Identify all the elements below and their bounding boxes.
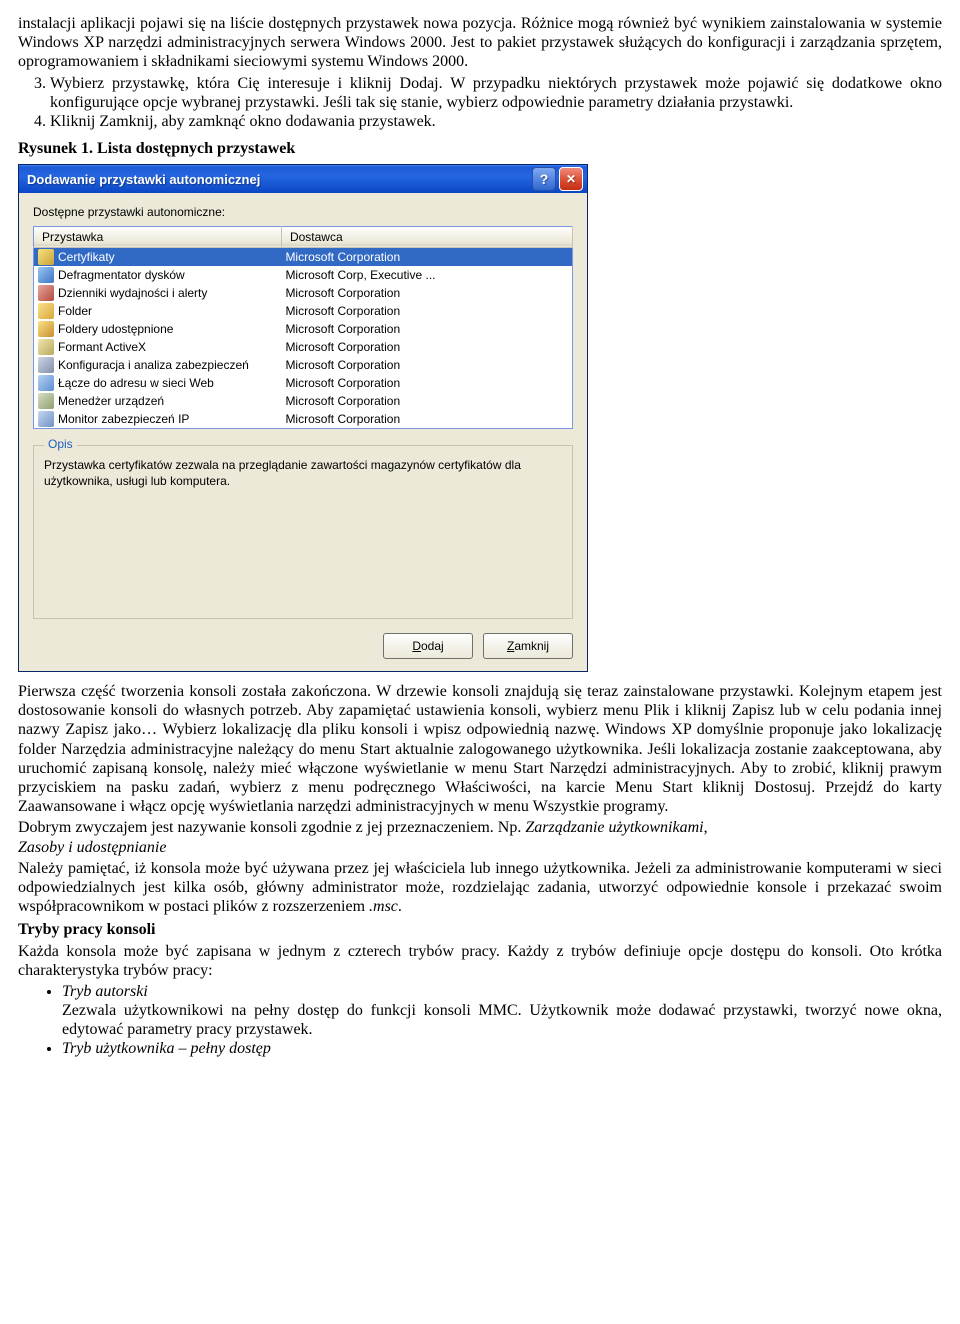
snapin-vendor: Microsoft Corporation <box>281 392 572 410</box>
text: Należy pamiętać, iż konsola może być uży… <box>18 860 942 915</box>
snapin-name: Formant ActiveX <box>58 340 146 354</box>
snapin-vendor: Microsoft Corporation <box>281 338 572 356</box>
snapin-vendor: Microsoft Corp, Executive ... <box>281 266 572 284</box>
text: , <box>704 819 708 836</box>
listview-row[interactable]: Łącze do adresu w sieci Web Microsoft Cor… <box>34 374 573 392</box>
dialog-screenshot: Dodawanie przystawki autonomicznej ? ✕ D… <box>18 164 942 672</box>
description-text: Przystawka certyfikatów zezwala na przeg… <box>44 458 562 489</box>
italic-text: Zarządzanie użytkownikami <box>525 819 703 836</box>
snapin-icon <box>38 411 54 427</box>
snapin-vendor: Microsoft Corporation <box>281 320 572 338</box>
dialog-buttons: Dodaj Zamknij <box>33 633 573 659</box>
close-dialog-button[interactable]: Zamknij <box>483 633 573 659</box>
btn-text: odaj <box>421 639 444 653</box>
dialog-window: Dodawanie przystawki autonomicznej ? ✕ D… <box>18 164 588 672</box>
snapin-vendor: Microsoft Corporation <box>281 284 572 302</box>
figure-caption: Rysunek 1. Lista dostępnych przystawek <box>18 139 942 158</box>
snapin-name: Monitor zabezpieczeń IP <box>58 412 189 426</box>
snapin-name: Menedżer urządzeń <box>58 394 164 408</box>
listview-row[interactable]: Formant ActiveX Microsoft Corporation <box>34 338 573 356</box>
snapin-vendor: Microsoft Corporation <box>281 302 572 320</box>
description-groupbox: Opis Przystawka certyfikatów zezwala na … <box>33 445 573 619</box>
snapin-name: Defragmentator dysków <box>58 268 185 282</box>
text: Dobrym zwyczajem jest nazywanie konsoli … <box>18 819 525 836</box>
close-button[interactable]: ✕ <box>559 167 583 191</box>
snapin-icon <box>38 393 54 409</box>
step-4: Kliknij Zamknij, aby zamknąć okno dodawa… <box>50 112 942 131</box>
listview-row[interactable]: Certyfikaty Microsoft Corporation <box>34 248 573 267</box>
paragraph: Należy pamiętać, iż konsola może być uży… <box>18 859 942 917</box>
col-name[interactable]: Przystawka <box>34 226 282 247</box>
title-bar: Dodawanie przystawki autonomicznej ? ✕ <box>19 165 587 193</box>
snapin-listview[interactable]: Przystawka Dostawca Certyfikaty Microsoft… <box>33 226 573 429</box>
snapin-name: Foldery udostępnione <box>58 322 173 336</box>
snapin-icon <box>38 303 54 319</box>
mode-user-full: Tryb użytkownika – pełny dostęp <box>62 1039 942 1058</box>
listview-header: Przystawka Dostawca <box>34 226 573 247</box>
snapin-icon <box>38 285 54 301</box>
snapin-icon <box>38 339 54 355</box>
step-list: Wybierz przystawkę, która Cię interesuje… <box>18 74 942 132</box>
mode-name: Tryb użytkownika – pełny dostęp <box>62 1040 271 1057</box>
snapin-name: Konfiguracja i analiza zabezpieczeń <box>58 358 249 372</box>
dialog-body: Dostępne przystawki autonomiczne: Przyst… <box>19 193 587 671</box>
paragraph: Dobrym zwyczajem jest nazywanie konsoli … <box>18 818 942 856</box>
btn-text: amknij <box>514 639 549 653</box>
listview-row[interactable]: Dzienniki wydajności i alerty Microsoft C… <box>34 284 573 302</box>
step-3: Wybierz przystawkę, która Cię interesuje… <box>50 74 942 112</box>
col-vendor[interactable]: Dostawca <box>281 226 572 247</box>
btn-accel: Z <box>507 639 514 653</box>
listview-row[interactable]: Konfiguracja i analiza zabezpieczeń Micro… <box>34 356 573 374</box>
snapin-name: Certyfikaty <box>58 250 115 264</box>
dialog-title: Dodawanie przystawki autonomicznej <box>27 172 529 188</box>
btn-accel: D <box>412 639 421 653</box>
snapin-icon <box>38 321 54 337</box>
snapin-vendor: Microsoft Corporation <box>281 248 572 267</box>
snapin-icon <box>38 357 54 373</box>
section-heading: Tryby pracy konsoli <box>18 920 942 939</box>
mode-author: Tryb autorski Zezwala użytkownikowi na p… <box>62 982 942 1040</box>
snapin-icon <box>38 249 54 265</box>
snapin-name: Folder <box>58 304 92 318</box>
available-snapins-label: Dostępne przystawki autonomiczne: <box>33 205 573 219</box>
mode-desc: Zezwala użytkownikowi na pełny dostęp do… <box>62 1002 942 1038</box>
description-legend: Opis <box>44 437 77 451</box>
paragraph: Pierwsza część tworzenia konsoli została… <box>18 682 942 816</box>
paragraph: instalacji aplikacji pojawi się na liści… <box>18 14 942 72</box>
listview-row[interactable]: Foldery udostępnione Microsoft Corporatio… <box>34 320 573 338</box>
listview-row[interactable]: Monitor zabezpieczeń IP Microsoft Corpora… <box>34 410 573 429</box>
italic-text: Zasoby i udostępnianie <box>18 839 166 856</box>
snapin-vendor: Microsoft Corporation <box>281 356 572 374</box>
italic-text: .msc <box>369 898 398 915</box>
snapin-name: Łącze do adresu w sieci Web <box>58 376 214 390</box>
snapin-vendor: Microsoft Corporation <box>281 410 572 429</box>
listview-row[interactable]: Menedżer urządzeń Microsoft Corporation <box>34 392 573 410</box>
snapin-icon <box>38 375 54 391</box>
listview-row[interactable]: Defragmentator dysków Microsoft Corp, Exe… <box>34 266 573 284</box>
snapin-icon <box>38 267 54 283</box>
paragraph: Każda konsola może być zapisana w jednym… <box>18 942 942 980</box>
snapin-name: Dzienniki wydajności i alerty <box>58 286 207 300</box>
mode-name: Tryb autorski <box>62 983 148 1000</box>
help-button[interactable]: ? <box>532 167 556 191</box>
listview-row[interactable]: Folder Microsoft Corporation <box>34 302 573 320</box>
add-button[interactable]: Dodaj <box>383 633 473 659</box>
modes-list: Tryb autorski Zezwala użytkownikowi na p… <box>18 982 942 1059</box>
text: . <box>398 898 402 915</box>
snapin-vendor: Microsoft Corporation <box>281 374 572 392</box>
